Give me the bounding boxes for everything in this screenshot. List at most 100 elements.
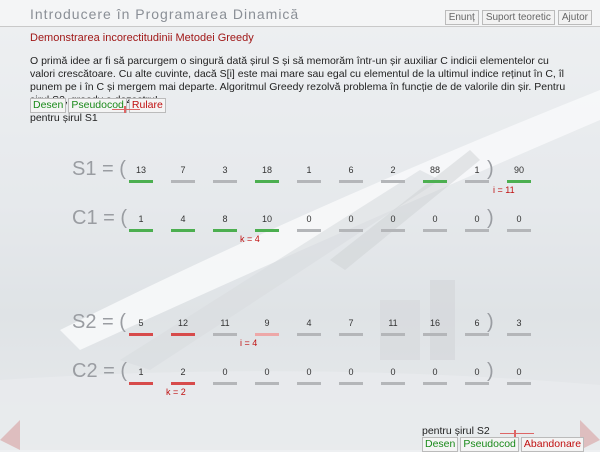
c1-cell: 0: [414, 213, 456, 232]
c2-cell-value: 0: [348, 367, 354, 377]
c2-cell-marker: [255, 382, 279, 385]
slider-handle[interactable]: [514, 430, 516, 437]
s2-cell: 11: [204, 317, 246, 336]
c2-cell-marker: [297, 382, 321, 385]
c2-cell-value: 0: [516, 367, 522, 377]
s1-cell-value: 6: [348, 165, 354, 175]
c2-cell-value: 0: [432, 367, 438, 377]
c1-cell-marker: [297, 229, 321, 232]
s1-cell-marker: [297, 180, 321, 183]
top-nav: Enunț Suport teoretic Ajutor: [444, 10, 592, 25]
c2-index-pointer: k = 2: [166, 387, 186, 397]
desen-button-s1[interactable]: Desen: [30, 98, 67, 113]
s2-cell-value: 16: [429, 318, 440, 328]
c1-cell-value: 0: [390, 214, 396, 224]
s1-index-pointer: i = 11: [493, 185, 515, 195]
c2-cell-value: 0: [390, 367, 396, 377]
s2-cell: 4: [288, 317, 330, 336]
c1-cell-value: 0: [348, 214, 354, 224]
slider-handle[interactable]: [124, 106, 126, 113]
c2-cell-value: 0: [306, 367, 312, 377]
c2-cell-value: 2: [180, 367, 186, 377]
s1-cell-value: 2: [390, 165, 396, 175]
c2-cell-value: 1: [138, 367, 144, 377]
rulare-button-s1[interactable]: Rulare: [128, 98, 166, 113]
c1-cell: 1: [120, 213, 162, 232]
s2-cell-marker: [423, 333, 447, 336]
s2-cell-value: 7: [348, 318, 354, 328]
s2-cell-marker: [255, 333, 279, 336]
s1-cell-marker: [171, 180, 195, 183]
nav-enunt-button[interactable]: Enunț: [444, 10, 479, 25]
s2-caption: pentru șirul S2: [422, 425, 490, 437]
s2-cell-value: 12: [177, 318, 188, 328]
c1-cell-value: 0: [474, 214, 480, 224]
s1-cell-value: 7: [180, 165, 186, 175]
s1-close-paren: ): [487, 158, 494, 180]
s2-cell-marker: [129, 333, 153, 336]
s2-cell: 3: [498, 317, 540, 336]
s1-cell: 1: [288, 164, 330, 183]
s2-cell: 11: [372, 317, 414, 336]
pseudocod-button-s1[interactable]: Pseudocod: [68, 98, 127, 113]
s2-cell-marker: [339, 333, 363, 336]
s1-cell: 88: [414, 164, 456, 183]
c2-cell-marker: [381, 382, 405, 385]
s1-cell-marker: [507, 180, 531, 183]
s1-cell: 13: [120, 164, 162, 183]
s1-caption: pentru șirul S1: [30, 112, 98, 124]
c1-cell-value: 1: [138, 214, 144, 224]
s1-cell-marker: [423, 180, 447, 183]
c1-cell-value: 0: [516, 214, 522, 224]
c1-index-pointer: k = 4: [240, 234, 260, 244]
c2-cell: 2: [162, 366, 204, 385]
c1-cell-marker: [507, 229, 531, 232]
c1-array: 1 4 8 10 0 0 0 0 0 0: [120, 213, 540, 232]
c2-array: 1 2 0 0 0 0 0 0 0 0: [120, 366, 540, 385]
s2-cell: 12: [162, 317, 204, 336]
c2-cell-value: 0: [264, 367, 270, 377]
s2-cell-value: 11: [220, 318, 230, 328]
c2-cell: 0: [372, 366, 414, 385]
s1-controls: Desen Pseudocod Rulare: [30, 98, 166, 113]
c1-cell-marker: [381, 229, 405, 232]
s1-cell: 18: [246, 164, 288, 183]
c1-cell: 8: [204, 213, 246, 232]
c1-cell: 0: [330, 213, 372, 232]
speed-slider-s2[interactable]: [500, 430, 534, 437]
c1-cell-marker: [129, 229, 153, 232]
c1-cell-value: 4: [180, 214, 186, 224]
c2-cell-marker: [465, 382, 489, 385]
s1-cell-marker: [465, 180, 489, 183]
s2-cell-value: 3: [516, 318, 522, 328]
nav-ajutor-button[interactable]: Ajutor: [557, 10, 592, 25]
c2-cell: 0: [288, 366, 330, 385]
s1-cell-value: 1: [474, 165, 480, 175]
s2-cell-marker: [381, 333, 405, 336]
c2-cell-marker: [423, 382, 447, 385]
s1-cell-marker: [339, 180, 363, 183]
c1-cell-value: 0: [432, 214, 438, 224]
nav-suport-teoretic-button[interactable]: Suport teoretic: [481, 10, 555, 25]
c1-cell-marker: [339, 229, 363, 232]
c1-cell-marker: [171, 229, 195, 232]
s2-cell-value: 9: [264, 318, 270, 328]
s1-cell-value: 1: [306, 165, 312, 175]
header-divider: [0, 26, 600, 27]
c1-cell: 0: [288, 213, 330, 232]
c2-cell: 0: [204, 366, 246, 385]
s1-cell-value: 13: [135, 165, 146, 175]
c1-cell-value: 8: [222, 214, 228, 224]
c2-cell-marker: [171, 382, 195, 385]
s1-cell-marker: [255, 180, 279, 183]
s2-array: 5 12 11 9 4 7 11 16 6 3: [120, 317, 540, 336]
c2-cell-marker: [129, 382, 153, 385]
c2-cell: 0: [246, 366, 288, 385]
app-title: Introducere în Programarea Dinamică: [30, 6, 300, 22]
s2-cell-marker: [465, 333, 489, 336]
speed-slider-s1[interactable]: [112, 106, 140, 113]
s1-cell-value: 88: [429, 165, 440, 175]
s2-cell-marker: [507, 333, 531, 336]
c2-cell-value: 0: [474, 367, 480, 377]
c1-cell-marker: [213, 229, 237, 232]
